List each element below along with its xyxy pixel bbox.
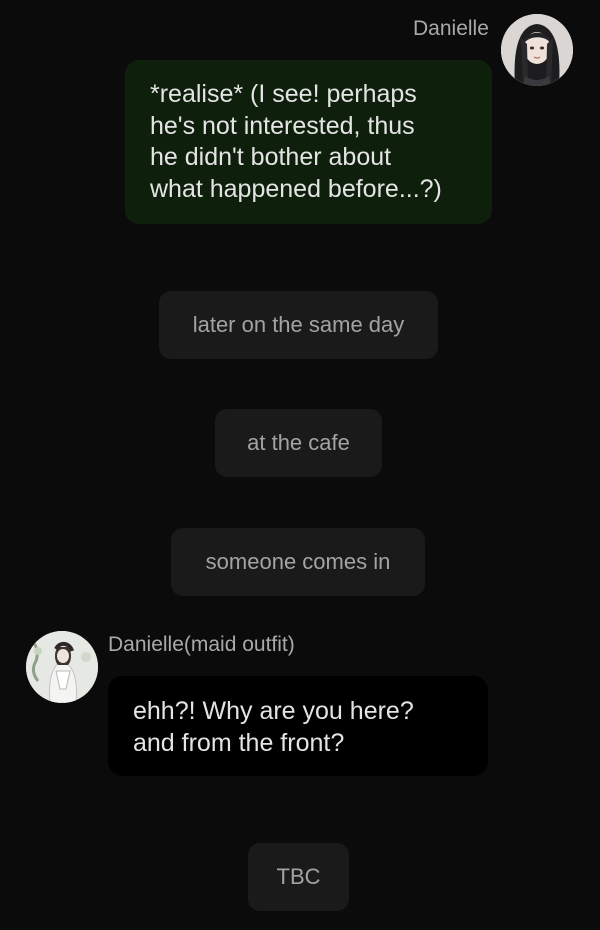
- narration-pill: someone comes in: [171, 528, 425, 596]
- danielle-avatar-icon[interactable]: [501, 14, 573, 86]
- chat-screen: { "messages": [ { "sender": "Danielle", …: [0, 0, 600, 930]
- message-bubble-danielle: *realise* (I see! perhaps he's not inter…: [125, 60, 492, 224]
- sender-name-danielle: Danielle: [413, 17, 489, 40]
- danielle-maid-avatar-icon[interactable]: [26, 631, 98, 703]
- narration-pill: later on the same day: [159, 291, 438, 359]
- narration-pill-tbc: TBC: [248, 843, 349, 911]
- sender-name-danielle-maid: Danielle(maid outfit): [108, 633, 295, 656]
- narration-pill: at the cafe: [215, 409, 382, 477]
- message-bubble-danielle-maid: ehh?! Why are you here? and from the fro…: [108, 676, 488, 776]
